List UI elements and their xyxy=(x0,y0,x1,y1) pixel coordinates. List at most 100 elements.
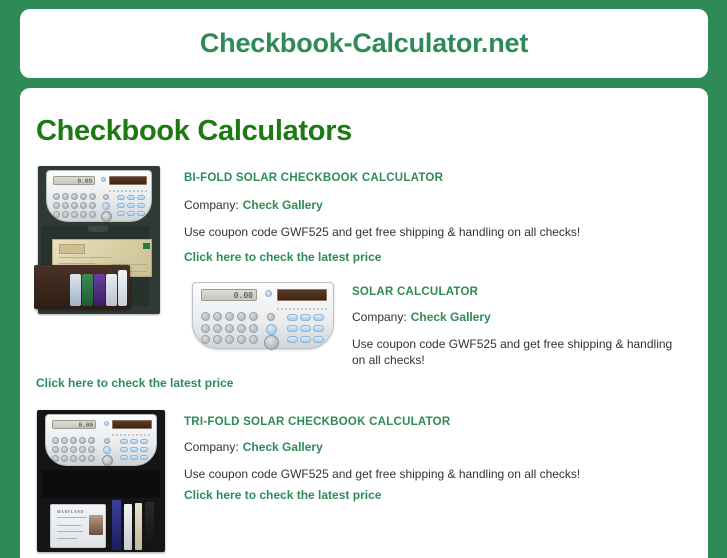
product-image-solar-calculator[interactable]: 0.00 xyxy=(190,278,340,358)
company-label: Company: xyxy=(184,198,239,212)
calculator-display: 0.00 xyxy=(53,176,95,185)
product-image-trifold[interactable]: 0.00 MARYLAND xyxy=(34,408,170,558)
blue-key xyxy=(313,336,324,343)
keypad-key xyxy=(89,202,96,209)
blue-key xyxy=(130,447,138,452)
wallet-pocket xyxy=(42,470,160,498)
keypad-key xyxy=(61,455,68,462)
pen xyxy=(145,502,154,550)
pen xyxy=(124,504,132,550)
navigation-dial xyxy=(101,211,112,222)
keypad-key xyxy=(88,446,95,453)
keypad-key xyxy=(249,324,258,333)
site-title: Checkbook-Calculator.net xyxy=(199,28,529,58)
calculator-display: 0.00 xyxy=(52,420,96,429)
id-card-state: MARYLAND xyxy=(57,509,84,514)
company-label: Company: xyxy=(184,440,239,454)
blue-key xyxy=(120,455,128,460)
blue-key xyxy=(287,336,298,343)
content-panel: Checkbook Calculators 0.00 BI-FOLD SOLAR… xyxy=(20,88,708,558)
keypad-key xyxy=(213,335,222,344)
keypad-key xyxy=(70,446,77,453)
company-label: Company: xyxy=(352,310,407,324)
enter-key xyxy=(102,202,110,210)
blue-key xyxy=(117,203,125,208)
company-link-bifold[interactable]: Check Gallery xyxy=(243,198,323,212)
keypad-key xyxy=(61,437,68,444)
keypad-key xyxy=(70,437,77,444)
product-company-trifold: Company: Check Gallery xyxy=(184,440,323,454)
blue-key xyxy=(130,455,138,460)
brown-wallet xyxy=(34,265,130,309)
blue-key xyxy=(127,203,135,208)
keypad-key xyxy=(52,437,59,444)
keypad-key xyxy=(61,446,68,453)
keypad-key xyxy=(88,455,95,462)
keypad-key xyxy=(88,437,95,444)
keypad-key xyxy=(225,324,234,333)
blue-key xyxy=(313,314,324,321)
solar-panel xyxy=(112,420,152,429)
blue-key xyxy=(127,211,135,216)
product-price-link-trifold[interactable]: Click here to check the latest price xyxy=(184,488,381,502)
company-link-trifold[interactable]: Check Gallery xyxy=(243,440,323,454)
keypad-key xyxy=(62,193,69,200)
keypad-key xyxy=(62,202,69,209)
product-title-bifold: BI-FOLD SOLAR CHECKBOOK CALCULATOR xyxy=(184,172,444,184)
blue-key xyxy=(140,455,148,460)
keypad-key xyxy=(53,202,60,209)
keypad-key xyxy=(201,312,210,321)
enter-key xyxy=(266,324,277,335)
blue-key xyxy=(137,203,145,208)
wallet-hinge-tab xyxy=(88,226,108,232)
product-image-bifold[interactable]: 0.00 xyxy=(34,164,164,316)
product-price-link-solar[interactable]: Click here to check the latest price xyxy=(36,376,233,390)
blue-key xyxy=(300,314,311,321)
brand-text-strip xyxy=(112,434,152,436)
keypad-key xyxy=(52,455,59,462)
check-ruled-line xyxy=(59,263,95,264)
function-key xyxy=(267,313,275,321)
solar-panel xyxy=(109,176,147,185)
calculator-display: 0.00 xyxy=(201,289,257,301)
product-price-link-bifold[interactable]: Click here to check the latest price xyxy=(184,250,381,264)
calculator-face: 0.00 xyxy=(45,414,157,466)
wallet-card xyxy=(94,274,105,306)
blue-key xyxy=(117,211,125,216)
solar-panel xyxy=(277,289,327,301)
keypad-key xyxy=(79,437,86,444)
keypad-key xyxy=(237,324,246,333)
keypad-key xyxy=(89,193,96,200)
check-corner-mark xyxy=(143,243,150,249)
calculator-face: 0.00 xyxy=(46,170,152,222)
blue-key xyxy=(137,211,145,216)
product-title-solar: SOLAR CALCULATOR xyxy=(352,286,479,298)
blue-key xyxy=(140,447,148,452)
keypad-key xyxy=(249,335,258,344)
product-company-solar: Company: Check Gallery xyxy=(352,310,491,324)
id-card: MARYLAND xyxy=(50,504,106,548)
id-card-line xyxy=(57,525,81,526)
blue-key xyxy=(130,439,138,444)
check-ruled-line xyxy=(59,257,111,258)
product-title-trifold: TRI-FOLD SOLAR CHECKBOOK CALCULATOR xyxy=(184,416,451,428)
keypad-key xyxy=(79,446,86,453)
pen xyxy=(112,500,121,550)
company-link-solar[interactable]: Check Gallery xyxy=(411,310,491,324)
keypad-key xyxy=(70,455,77,462)
pen xyxy=(135,503,142,550)
keypad-key xyxy=(237,312,246,321)
enter-key xyxy=(103,446,111,454)
power-indicator-icon xyxy=(104,421,109,426)
check-name-block xyxy=(59,244,85,254)
keypad-key xyxy=(201,335,210,344)
page-title: Checkbook Calculators xyxy=(36,115,353,147)
keypad-key xyxy=(213,312,222,321)
power-indicator-icon xyxy=(101,177,106,182)
site-header: Checkbook-Calculator.net xyxy=(20,9,708,78)
wallet-card xyxy=(118,270,127,306)
id-card-photo xyxy=(89,515,103,535)
calculator-face: 0.00 xyxy=(192,282,334,350)
blue-key xyxy=(120,439,128,444)
id-card-line xyxy=(57,538,77,539)
